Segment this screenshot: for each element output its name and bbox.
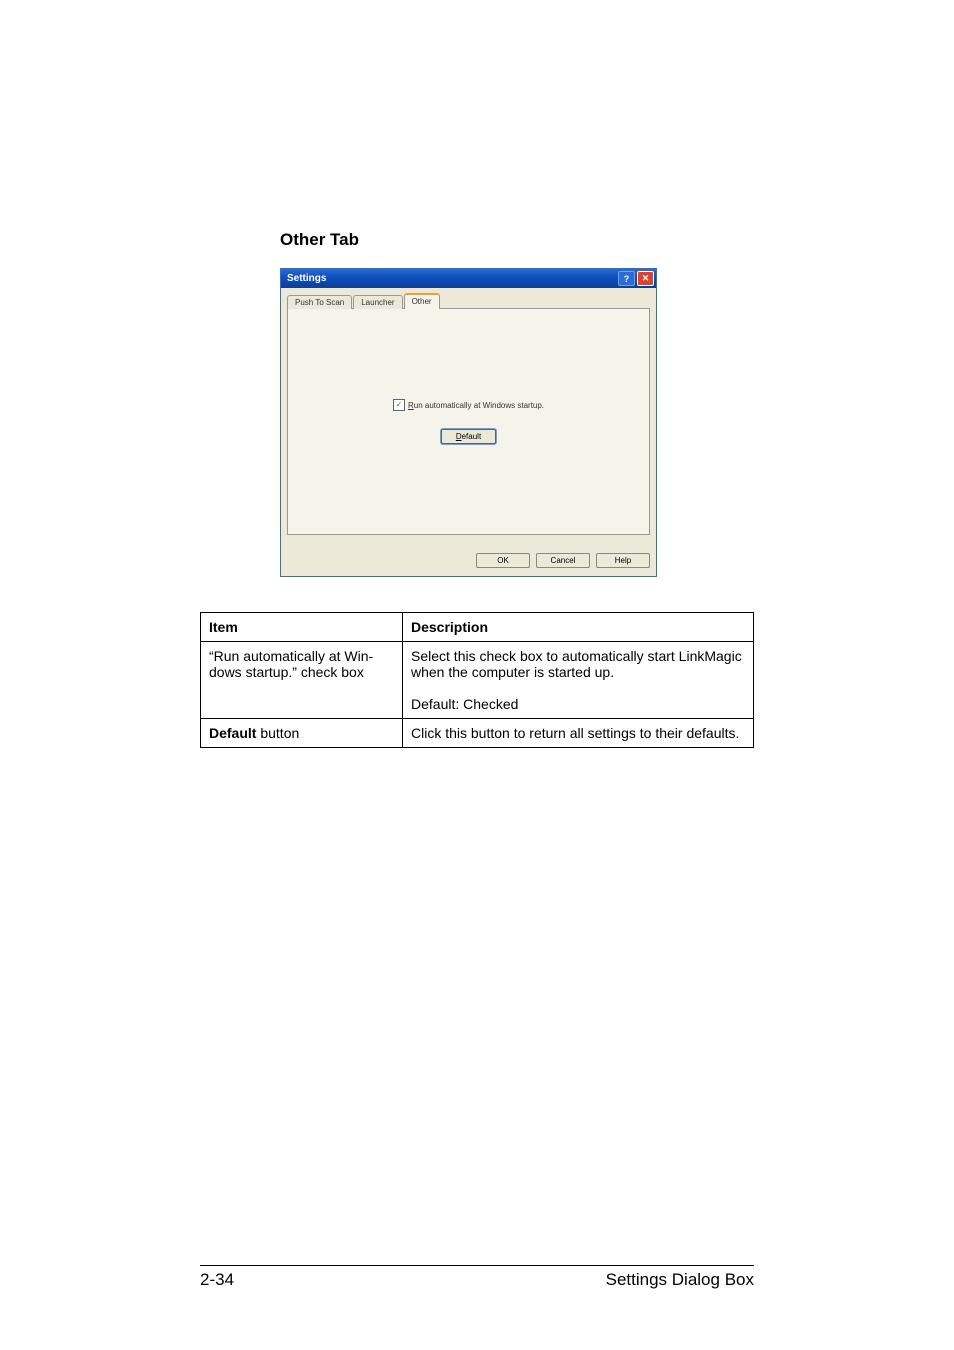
close-icon[interactable]: ✕ (637, 271, 654, 286)
ok-button[interactable]: OK (476, 553, 530, 568)
tab-strip: Push To Scan Launcher Other (287, 295, 650, 309)
table-row: “Run automatically at Win­dows startup.”… (201, 642, 754, 719)
cell-desc-2: Click this button to return all settings… (403, 719, 754, 748)
col-header-item: Item (201, 613, 403, 642)
cell-desc-1: Select this check box to automatically s… (403, 642, 754, 719)
footer-section: Settings Dialog Box (606, 1270, 754, 1290)
description-table: Item Description “Run automatically at W… (200, 612, 754, 748)
cell-item-2: Default button (201, 719, 403, 748)
section-heading: Other Tab (200, 230, 754, 250)
col-header-description: Description (403, 613, 754, 642)
page-number: 2-34 (200, 1270, 234, 1290)
cancel-button[interactable]: Cancel (536, 553, 590, 568)
dialog-titlebar: Settings ? ✕ (281, 269, 656, 288)
run-at-startup-label: Run automatically at Windows startup. (408, 401, 544, 410)
tab-push-to-scan[interactable]: Push To Scan (287, 295, 352, 309)
table-row: Default button Click this button to retu… (201, 719, 754, 748)
tab-panel-other: ✓ Run automatically at Windows startup. … (287, 308, 650, 535)
dialog-button-row: OK Cancel Help (281, 545, 656, 576)
default-button[interactable]: Default (441, 429, 496, 444)
tab-other[interactable]: Other (404, 293, 440, 309)
tab-launcher[interactable]: Launcher (353, 295, 402, 309)
page-footer: 2-34 Settings Dialog Box (200, 1265, 754, 1290)
cell-item-1: “Run automatically at Win­dows startup.”… (201, 642, 403, 719)
help-icon[interactable]: ? (618, 271, 635, 286)
help-button[interactable]: Help (596, 553, 650, 568)
settings-dialog: Settings ? ✕ Push To Scan Launcher Other… (280, 268, 657, 577)
dialog-title: Settings (287, 273, 326, 284)
run-at-startup-checkbox[interactable]: ✓ (393, 399, 405, 411)
